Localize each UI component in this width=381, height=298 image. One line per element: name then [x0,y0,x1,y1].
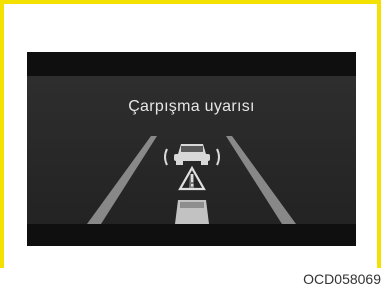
display-top-band [27,52,356,76]
display-panel: Çarpışma uyarısı [27,76,356,224]
warning-triangle-icon [178,165,206,191]
figure-frame: Çarpışma uyarısı [0,0,381,268]
figure-code: OCD058069 [303,271,381,287]
cluster-display: Çarpışma uyarısı [27,52,356,246]
vehicle-ahead-icon [164,144,220,166]
display-bottom-band [27,224,356,246]
collision-scene [87,136,296,224]
own-vehicle-icon [175,200,209,224]
